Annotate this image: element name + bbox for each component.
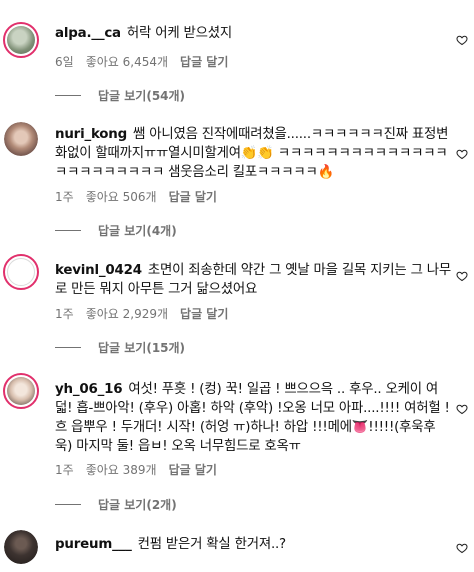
comment-meta: 6일 좋아요 6,454개 답글 달기 bbox=[55, 53, 240, 70]
view-replies-label: 답글 보기(4개) bbox=[98, 224, 177, 238]
view-replies-label: 답글 보기(54개) bbox=[98, 89, 186, 103]
reply-button[interactable]: 답글 달기 bbox=[169, 463, 217, 477]
comment-meta: 1주 좋아요 506개 답글 달기 bbox=[55, 188, 229, 205]
view-replies-button[interactable]: 답글 보기(2개) bbox=[55, 496, 177, 513]
comment-text-block: yh_06_16 여섯! 푸흣 ! (컹) 꾹! 일곱 ! 쁘으으윽 .. 후우.… bbox=[55, 380, 451, 456]
comment-username[interactable]: yh_06_16 bbox=[55, 382, 123, 397]
reply-button[interactable]: 답글 달기 bbox=[169, 190, 217, 204]
avatar[interactable] bbox=[3, 22, 39, 58]
comment-meta: 1주 좋아요 2,929개 답글 달기 bbox=[55, 305, 240, 322]
view-replies-button[interactable]: 답글 보기(4개) bbox=[55, 222, 177, 239]
comment-likes[interactable]: 좋아요 389개 bbox=[86, 463, 157, 477]
divider-line bbox=[55, 504, 81, 505]
comment-text-block: nuri_kong 쌤 아니였음 진작에때려쳤을......ㅋㅋㅋㅋㅋㅋ진짜 표정… bbox=[55, 125, 451, 182]
comment-username[interactable]: pureum___ bbox=[55, 537, 132, 552]
heart-icon[interactable] bbox=[456, 270, 468, 282]
heart-icon[interactable] bbox=[456, 148, 468, 160]
comment-body: 허락 어케 받으셨지 bbox=[126, 26, 232, 41]
comment-likes[interactable]: 좋아요 6,454개 bbox=[86, 55, 168, 69]
comment-username[interactable]: kevinl_0424 bbox=[55, 263, 142, 278]
avatar[interactable] bbox=[4, 530, 38, 564]
comment-likes[interactable]: 좋아요 2,929개 bbox=[86, 307, 168, 321]
avatar[interactable] bbox=[4, 122, 38, 156]
view-replies-button[interactable]: 답글 보기(15개) bbox=[55, 339, 185, 356]
comment-body: 컨펌 받은거 확실 한거져..? bbox=[137, 537, 287, 552]
heart-icon[interactable] bbox=[456, 34, 468, 46]
comment-username[interactable]: alpa.__ca bbox=[55, 26, 121, 41]
divider-line bbox=[55, 230, 81, 231]
avatar[interactable] bbox=[3, 254, 39, 290]
reply-button[interactable]: 답글 달기 bbox=[180, 307, 228, 321]
view-replies-button[interactable]: 답글 보기(54개) bbox=[55, 87, 185, 104]
comment-text-block: kevinl_0424 초면이 죄송한데 약간 그 옛날 마을 길목 지키는 그 … bbox=[55, 261, 451, 299]
comment-username[interactable]: nuri_kong bbox=[55, 127, 127, 142]
view-replies-label: 답글 보기(15개) bbox=[98, 341, 186, 355]
comment-meta: 1주 좋아요 389개 답글 달기 bbox=[55, 461, 229, 478]
heart-icon[interactable] bbox=[456, 542, 468, 554]
comment-time: 1주 bbox=[55, 190, 74, 204]
comment-text-block: pureum___ 컨펌 받은거 확실 한거져..? bbox=[55, 535, 451, 554]
divider-line bbox=[55, 347, 81, 348]
view-replies-label: 답글 보기(2개) bbox=[98, 498, 177, 512]
comment-time: 1주 bbox=[55, 307, 74, 321]
comment-likes[interactable]: 좋아요 506개 bbox=[86, 190, 157, 204]
heart-icon[interactable] bbox=[456, 403, 468, 415]
comment-text-block: alpa.__ca 허락 어케 받으셨지 bbox=[55, 24, 451, 43]
avatar[interactable] bbox=[3, 373, 39, 409]
comment-time: 6일 bbox=[55, 55, 74, 69]
divider-line bbox=[55, 95, 81, 96]
comment-time: 1주 bbox=[55, 463, 74, 477]
reply-button[interactable]: 답글 달기 bbox=[180, 55, 228, 69]
